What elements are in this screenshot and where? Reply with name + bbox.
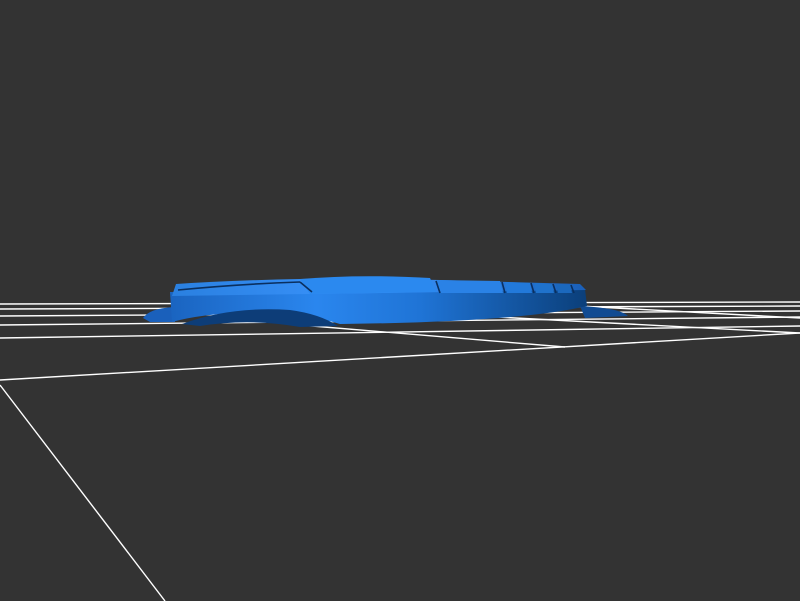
3d-viewport[interactable] <box>0 0 800 601</box>
model-ridge <box>534 283 554 293</box>
model-flange <box>143 307 175 322</box>
grid-line <box>0 325 800 339</box>
model-ridge <box>505 282 532 293</box>
model-ridge <box>436 280 503 293</box>
grid-line <box>0 332 800 381</box>
ground-grid <box>0 301 800 601</box>
scene-canvas[interactable] <box>0 0 800 601</box>
model-ridge <box>300 276 436 294</box>
grid-line <box>0 384 166 601</box>
model-ridge <box>556 284 572 293</box>
grid-line <box>299 324 566 348</box>
